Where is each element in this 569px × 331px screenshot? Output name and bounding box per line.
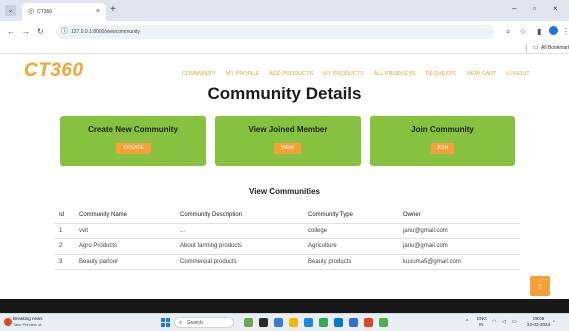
taskbar-search[interactable]: ⌕ Search: [174, 317, 234, 328]
windows-start-icon[interactable]: [161, 318, 170, 327]
taskbar-app-icon[interactable]: [304, 318, 313, 327]
news-widget-subtitle: Take Preview of...: [13, 322, 45, 327]
news-icon[interactable]: [4, 318, 12, 326]
site-logo[interactable]: CT360: [24, 61, 84, 81]
header-owner: Owner: [403, 212, 421, 218]
search-icon: ⌕: [179, 320, 183, 326]
bookmark-star-icon[interactable]: ☆: [519, 27, 526, 37]
all-bookmarks-link[interactable]: All Bookmarks: [541, 44, 569, 53]
address-bar-row: ← → ↻ ⓘ 127.0.0.1:8000/viewcommunity ⌕ ☆…: [0, 21, 569, 43]
cell-community-name: vvit: [79, 227, 88, 234]
join-button[interactable]: JOIN: [431, 143, 454, 154]
cell-owner: janu@gmail.com: [403, 227, 448, 234]
battery-icon[interactable]: ▭: [512, 318, 517, 327]
tab-title: CT360: [37, 9, 53, 15]
close-tab-icon[interactable]: ×: [96, 7, 100, 16]
create-community-card: Create New Community CREATE: [60, 116, 206, 166]
site-info-icon[interactable]: ⓘ: [61, 27, 68, 37]
restore-icon[interactable]: ▫: [533, 3, 536, 15]
browser-tab[interactable]: ◎ CT360 ×: [22, 3, 106, 21]
os-taskbar: Breaking news Take Preview of... ⌕ Searc…: [0, 313, 569, 331]
new-tab-icon[interactable]: +: [110, 4, 116, 16]
cell-community-type: Beauty products: [308, 258, 352, 265]
back-to-top-button[interactable]: ↑: [530, 276, 550, 296]
profile-avatar-icon[interactable]: [549, 26, 558, 35]
zoom-icon[interactable]: ⌕: [506, 27, 510, 37]
communities-table: Id Community Name Community Description …: [55, 208, 520, 270]
header-community-name: Community Name: [79, 212, 128, 218]
taskbar-app-icon[interactable]: [259, 318, 268, 327]
chrome-icon[interactable]: [319, 318, 328, 327]
nav-requests[interactable]: REQUESTS: [426, 70, 456, 78]
header-community-description: Community Description: [180, 212, 243, 218]
table-row: 3 Beauty parlour Commercial products Bea…: [55, 255, 520, 270]
taskbar-app-icon[interactable]: [244, 318, 253, 327]
create-button[interactable]: CREATE: [116, 143, 151, 154]
cell-owner: kusuma5@gmail.com: [403, 258, 461, 265]
taskbar-app-icon[interactable]: [364, 318, 373, 327]
cell-community-description: About farming products: [180, 243, 243, 249]
nav-my-products[interactable]: MY PRODUCTS: [323, 70, 364, 78]
cell-id: 3: [59, 258, 63, 265]
browser-menu-icon[interactable]: ⋮: [562, 27, 569, 37]
taskbar-app-icon[interactable]: [274, 318, 283, 327]
wifi-icon[interactable]: ◠: [492, 318, 496, 327]
card-title: View Joined Member: [248, 125, 328, 134]
volume-icon[interactable]: ◁: [502, 318, 506, 327]
minimize-icon[interactable]: –: [512, 3, 516, 15]
section-title: View Communities: [249, 187, 320, 196]
nav-view-cart[interactable]: VIEW CART: [466, 70, 496, 78]
card-title: Create New Community: [88, 125, 178, 134]
taskbar-app-icon[interactable]: [379, 318, 388, 327]
bookmarks-bar: ▭ All Bookmarks: [0, 43, 569, 54]
table-row: 1 vvit ... college janu@gmail.com: [55, 224, 520, 239]
page-title: Community Details: [207, 84, 362, 103]
table-header-row: Id Community Name Community Description …: [55, 208, 520, 224]
window-menu-icon[interactable]: ⌄: [5, 5, 16, 16]
url-field[interactable]: ⓘ 127.0.0.1:8000/viewcommunity: [56, 25, 494, 39]
join-community-card: Join Community JOIN: [370, 116, 515, 166]
url-text: 127.0.0.1:8000/viewcommunity: [71, 29, 140, 35]
edge-icon[interactable]: [334, 318, 343, 327]
reload-icon[interactable]: ↻: [37, 27, 44, 37]
site-footer: [0, 299, 569, 313]
bookmarks-divider: [526, 44, 527, 52]
header-id: Id: [59, 212, 65, 218]
nav-logout[interactable]: LOGOUT: [506, 70, 529, 78]
tray-chevron-icon[interactable]: ^: [466, 318, 468, 327]
nav-all-products[interactable]: ALL PRODUCTS: [374, 70, 416, 78]
language-region: IN: [479, 322, 484, 327]
close-window-icon[interactable]: ×: [553, 3, 558, 15]
cell-community-description: Commercial products: [180, 258, 237, 265]
folder-icon: ▭: [533, 45, 539, 51]
cell-community-name: Beauty parlour: [79, 258, 119, 265]
sidebar-icon[interactable]: ▮: [537, 27, 541, 37]
globe-icon: ◎: [28, 8, 35, 15]
taskbar-app-icon[interactable]: [349, 318, 358, 327]
nav-community[interactable]: COMMUNITY: [182, 70, 216, 78]
nav-my-profile[interactable]: MY PROFILE: [226, 70, 259, 78]
clock-date[interactable]: 23-03-2024: [527, 322, 550, 328]
cell-community-type: college: [308, 227, 328, 234]
file-explorer-icon[interactable]: [289, 318, 298, 327]
cell-community-description: ...: [180, 227, 186, 234]
browser-tab-bar: ⌄ ◎ CT360 × + – ▫ ×: [0, 0, 569, 21]
forward-icon[interactable]: →: [22, 27, 30, 37]
cell-community-type: Agriculture: [308, 243, 337, 249]
table-row: 2 Agro Products About farming products A…: [55, 239, 520, 255]
cell-owner: janu@gmail.com: [403, 243, 448, 249]
view-button[interactable]: VIEW: [274, 143, 301, 154]
cell-community-name: Agro Products: [79, 243, 118, 249]
header-community-type: Community Type: [308, 212, 353, 218]
main-nav: COMMUNITY MY PROFILE ADD PRODUCTS MY PRO…: [182, 70, 540, 78]
card-title: Join Community: [411, 125, 474, 134]
back-icon[interactable]: ←: [7, 27, 15, 37]
view-joined-member-card: View Joined Member VIEW: [215, 116, 361, 166]
cell-id: 1: [59, 227, 63, 234]
taskbar-search-label: Search: [187, 320, 203, 326]
notification-icon[interactable]: ◔: [552, 318, 555, 327]
nav-add-products[interactable]: ADD PRODUCTS: [269, 70, 313, 78]
cell-id: 2: [59, 243, 63, 249]
